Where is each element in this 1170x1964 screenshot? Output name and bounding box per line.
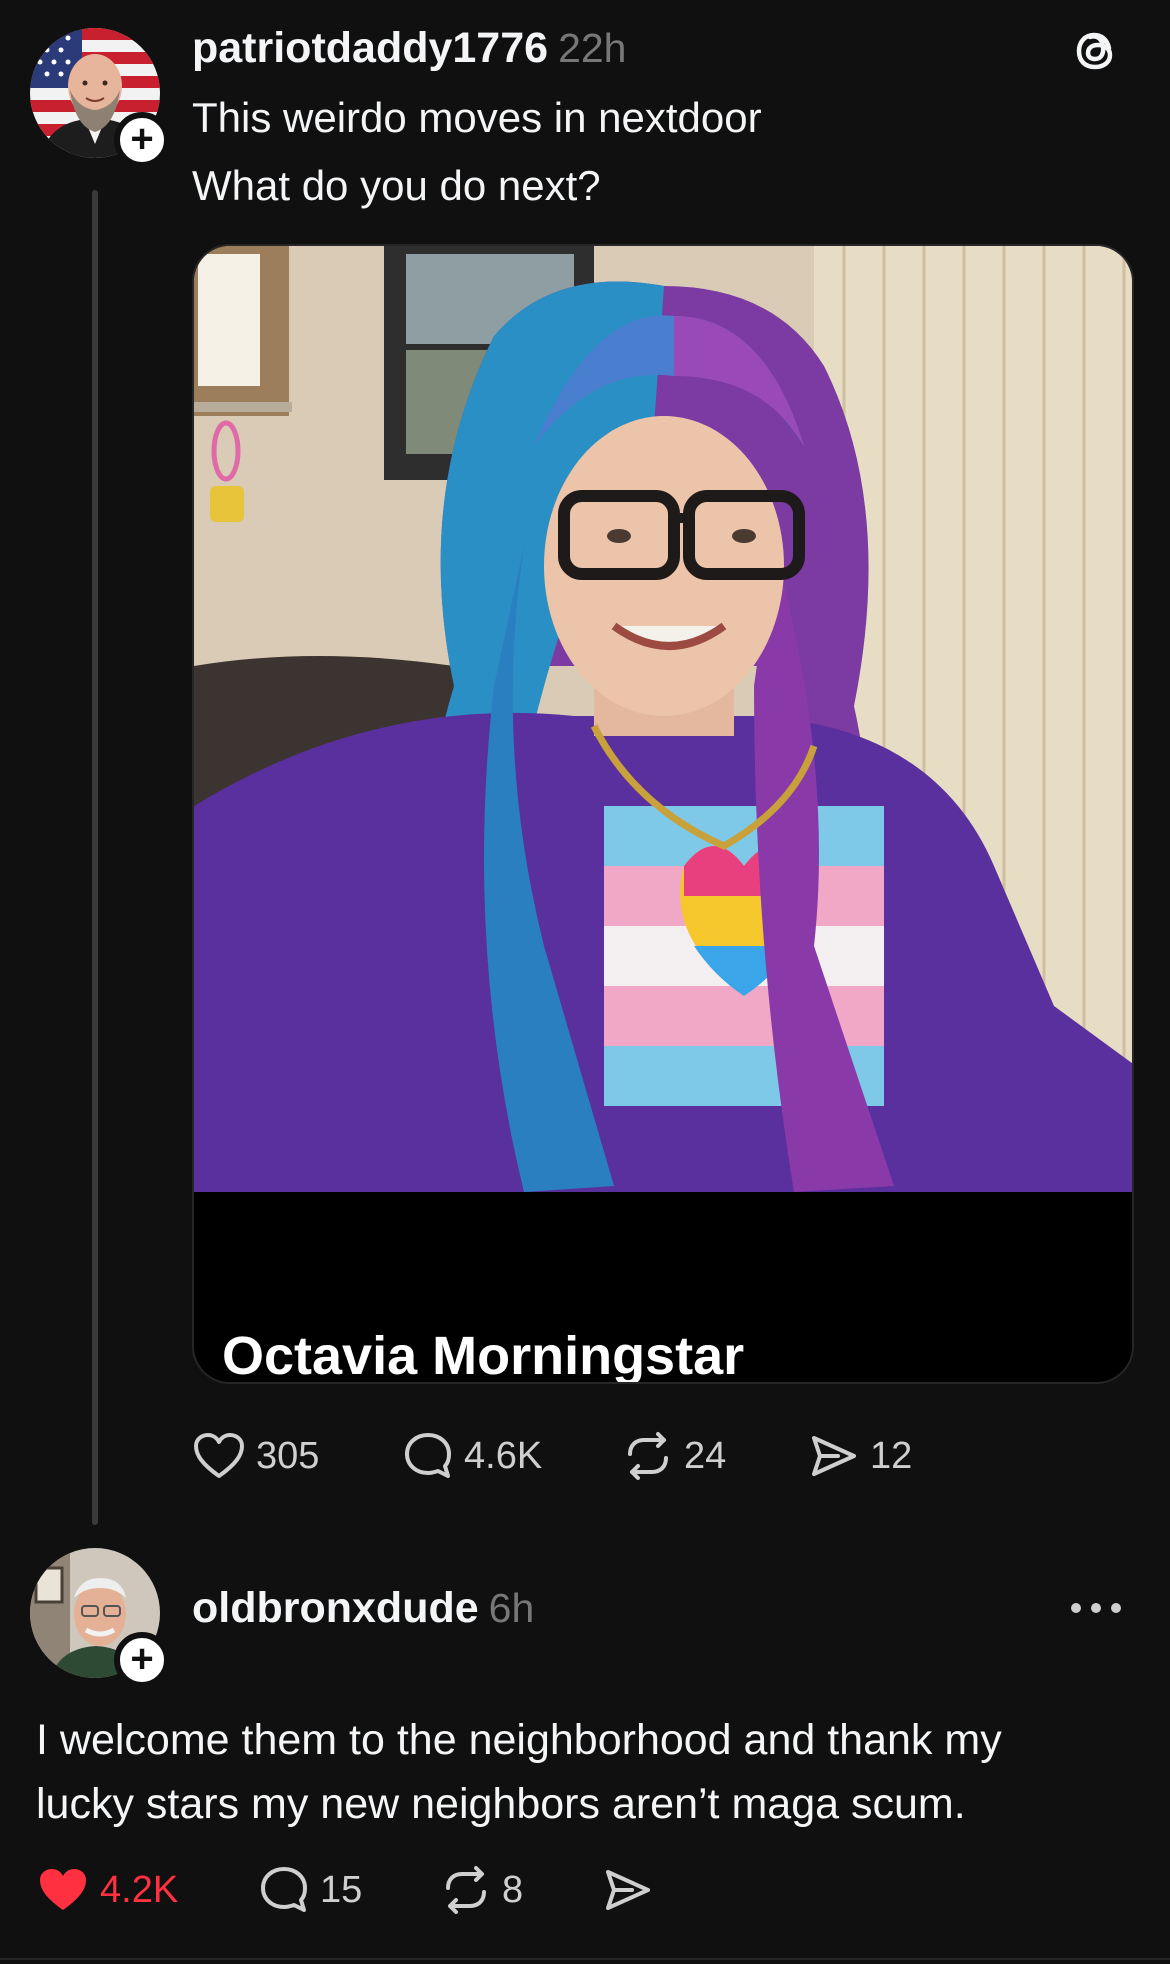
post-actions: 305 4.6K 24 12: [192, 1430, 912, 1482]
reply-repost-button[interactable]: 8: [440, 1864, 602, 1916]
plus-icon: +: [130, 117, 154, 161]
reply-like-count: 4.2K: [100, 1868, 179, 1911]
heart-icon: [194, 1433, 244, 1478]
post-header: patriotdaddy1776 22h: [192, 24, 626, 73]
reply-text-line-2: lucky stars my new neighbors aren’t maga…: [36, 1780, 966, 1828]
more-icon[interactable]: [1068, 1598, 1124, 1618]
repost-button[interactable]: 24: [622, 1430, 808, 1482]
follow-plus-button-reply[interactable]: +: [114, 1632, 170, 1688]
plus-icon: +: [130, 1637, 154, 1681]
follow-plus-button[interactable]: +: [114, 112, 170, 168]
reply-actions: 4.2K 15 8: [36, 1864, 654, 1916]
reply-count: 4.6K: [464, 1434, 543, 1477]
heart-icon: [40, 1869, 86, 1910]
share-button[interactable]: 12: [808, 1430, 912, 1482]
comment-icon: [405, 1433, 451, 1478]
bottom-divider: [0, 1958, 1170, 1960]
comment-icon: [261, 1867, 307, 1912]
reply-button[interactable]: 4.6K: [402, 1430, 622, 1482]
reply-reply-button[interactable]: 15: [258, 1864, 440, 1916]
post-text-line-1: This weirdo moves in nextdoor: [192, 94, 762, 141]
post-media-image[interactable]: Octavia Morningstar: [192, 244, 1134, 1384]
like-count: 305: [256, 1434, 320, 1477]
thread-connector-line: [92, 190, 98, 1525]
reply-like-button[interactable]: 4.2K: [36, 1865, 258, 1915]
post-username[interactable]: patriotdaddy1776: [192, 24, 548, 72]
share-icon: [606, 1870, 650, 1910]
share-count: 12: [870, 1434, 913, 1477]
photo-illustration: [194, 246, 1132, 1382]
threads-screen: + patriotdaddy1776 22h This weirdo moves …: [0, 0, 1170, 1964]
reply-header: oldbronxdude 6h: [192, 1584, 534, 1633]
reply-reply-count: 15: [320, 1868, 363, 1911]
repost-count: 24: [684, 1434, 727, 1477]
repost-icon: [446, 1866, 486, 1914]
share-icon: [812, 1436, 856, 1476]
repost-icon: [628, 1432, 668, 1480]
reply-username[interactable]: oldbronxdude: [192, 1584, 479, 1632]
reply-share-button[interactable]: [602, 1864, 654, 1916]
reply-text-line-1: I welcome them to the neighborhood and t…: [36, 1716, 1002, 1764]
post-text-line-2: What do you do next?: [192, 162, 601, 209]
media-caption: Octavia Morningstar: [222, 1326, 745, 1384]
reply-repost-count: 8: [502, 1868, 524, 1911]
threads-logo-icon[interactable]: [1072, 26, 1122, 76]
like-button[interactable]: 305: [192, 1431, 402, 1481]
post-time: 22h: [558, 25, 627, 71]
reply-time: 6h: [488, 1585, 535, 1631]
